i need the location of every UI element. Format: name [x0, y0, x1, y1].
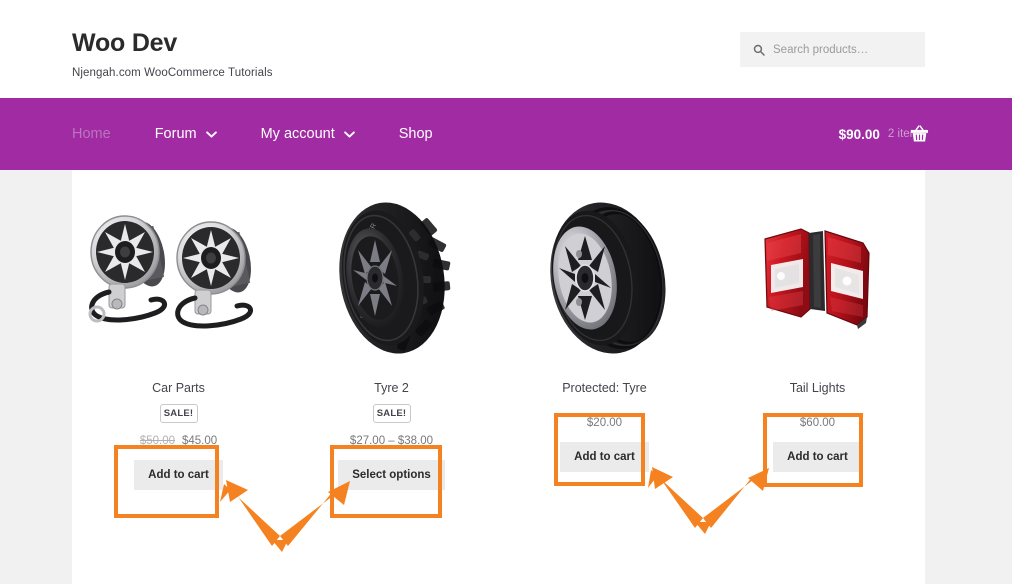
cart-icon-button[interactable]: [910, 98, 929, 170]
nav-item-home[interactable]: Home: [72, 98, 133, 170]
nav-item-forum[interactable]: Forum: [133, 98, 239, 170]
chevron-down-icon: [205, 130, 217, 138]
product-card[interactable]: Car Parts SALE! $50.00 $45.00 Add to cart: [72, 170, 285, 491]
product-title[interactable]: Tail Lights: [711, 380, 924, 396]
product-image-offroad-tyre[interactable]: COOPER STT PRO: [285, 188, 498, 368]
product-price: $20.00: [498, 415, 711, 431]
product-price: $60.00: [711, 415, 924, 431]
shopping-basket-icon: [910, 125, 929, 142]
product-title[interactable]: Tyre 2: [285, 380, 498, 396]
add-to-cart-button[interactable]: Add to cart: [134, 460, 223, 491]
select-options-button[interactable]: Select options: [338, 460, 445, 491]
search-input[interactable]: [773, 43, 913, 56]
chevron-down-icon: [343, 130, 355, 138]
nav-item-shop-label: Shop: [398, 126, 433, 142]
nav-item-forum-label: Forum: [154, 126, 197, 142]
shop-content: Car Parts SALE! $50.00 $45.00 Add to cart: [72, 170, 925, 584]
product-image-performance-tyre[interactable]: [498, 188, 711, 368]
product-card[interactable]: Protected: Tyre $20.00 Add to cart: [498, 170, 711, 490]
browser-viewport: Woo Dev Njengah.com WooCommerce Tutorial…: [0, 0, 1012, 584]
nav-item-shop[interactable]: Shop: [377, 98, 455, 170]
primary-navigation: Home Forum My account Shop $90.00 2 item…: [0, 98, 1012, 170]
add-to-cart-button[interactable]: Add to cart: [560, 442, 649, 473]
add-to-cart-button[interactable]: Add to cart: [773, 442, 862, 473]
nav-item-my-account-label: My account: [260, 126, 335, 142]
site-title[interactable]: Woo Dev: [72, 29, 273, 58]
product-price-current: $20.00: [586, 417, 623, 430]
product-price: $50.00 $45.00: [72, 433, 285, 449]
product-price-original: $50.00: [139, 435, 175, 448]
product-price-current: $27.00 – $38.00: [349, 435, 434, 448]
product-price: $27.00 – $38.00: [285, 433, 498, 449]
product-image-car-speakers[interactable]: [72, 188, 285, 368]
product-price-current: $60.00: [799, 417, 836, 430]
site-header: Woo Dev Njengah.com WooCommerce Tutorial…: [0, 0, 1012, 98]
product-grid: Car Parts SALE! $50.00 $45.00 Add to cart: [72, 170, 925, 491]
nav-item-my-account[interactable]: My account: [239, 98, 377, 170]
product-card[interactable]: Tail Lights $60.00 Add to cart: [711, 170, 924, 490]
product-search-form[interactable]: [740, 32, 925, 67]
site-tagline: Njengah.com WooCommerce Tutorials: [72, 66, 273, 79]
product-title[interactable]: Protected: Tyre: [498, 380, 711, 396]
nav-item-home-label: Home: [72, 126, 111, 142]
product-image-tail-lights[interactable]: [711, 188, 924, 368]
search-icon: [753, 44, 765, 56]
product-title[interactable]: Car Parts: [72, 380, 285, 396]
product-card[interactable]: COOPER STT PRO: [285, 170, 498, 491]
site-branding[interactable]: Woo Dev Njengah.com WooCommerce Tutorial…: [72, 29, 273, 79]
nav-links: Home Forum My account Shop: [72, 98, 455, 170]
sale-badge: SALE!: [372, 404, 411, 424]
cart-total-amount: $90.00: [838, 126, 880, 142]
product-price-current: $45.00: [182, 435, 218, 448]
sale-badge: SALE!: [159, 404, 198, 424]
